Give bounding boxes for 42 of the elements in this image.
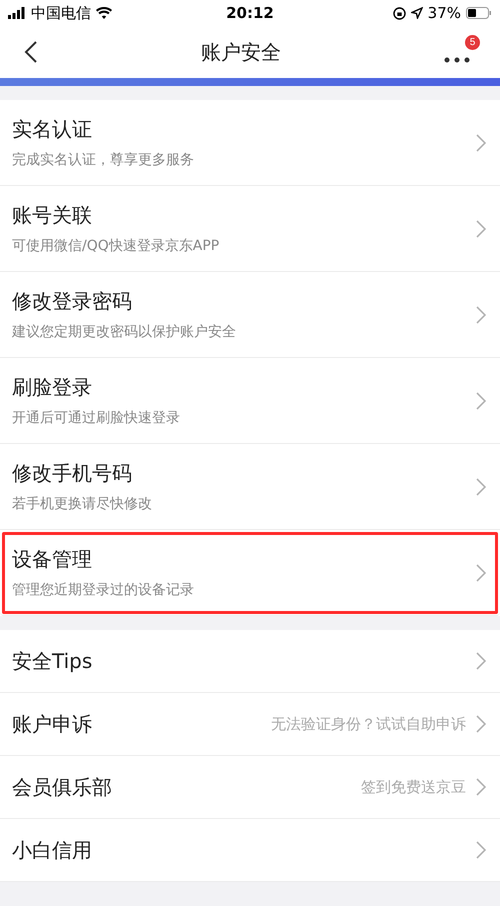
chevron-icon bbox=[476, 478, 486, 496]
notification-badge: 5 bbox=[465, 35, 480, 50]
page-title: 账户安全 bbox=[201, 38, 281, 66]
item-subtitle: 完成实名认证，尊享更多服务 bbox=[12, 151, 194, 169]
item-title: 小白信用 bbox=[12, 836, 92, 864]
chevron-icon bbox=[476, 778, 486, 796]
rotation-lock-icon bbox=[392, 6, 406, 20]
item-title: 账号关联 bbox=[12, 202, 93, 229]
menu-item[interactable]: 设备管理 管理您近期登录过的设备记录 bbox=[0, 530, 500, 616]
chevron-icon bbox=[476, 652, 486, 670]
chevron-icon bbox=[476, 715, 486, 733]
item-title: 修改手机号码 bbox=[12, 460, 133, 487]
chevron-icon bbox=[476, 841, 486, 859]
location-arrow-icon bbox=[410, 7, 423, 19]
chevron-icon bbox=[476, 134, 486, 152]
battery-icon bbox=[466, 7, 492, 19]
item-title: 修改登录密码 bbox=[12, 288, 133, 315]
item-title: 账户申诉 bbox=[12, 710, 92, 738]
item-hint: 无法验证身份？试试自助申诉 bbox=[271, 714, 466, 734]
back-icon bbox=[24, 40, 38, 64]
item-subtitle: 建议您定期更改密码以保护账户安全 bbox=[12, 323, 236, 341]
signal-icon bbox=[8, 7, 26, 19]
chevron-icon bbox=[476, 306, 486, 324]
more-button[interactable]: 5 bbox=[444, 35, 480, 69]
item-title: 设备管理 bbox=[12, 546, 93, 573]
chevron-icon bbox=[476, 392, 486, 410]
item-title: 会员俱乐部 bbox=[12, 774, 112, 800]
chevron-icon bbox=[476, 220, 486, 238]
clock-time: 20:12 bbox=[226, 4, 274, 22]
more-icon bbox=[444, 57, 470, 63]
item-subtitle: 可使用微信/QQ快速登录京东APP bbox=[12, 237, 220, 255]
carrier-name: 中国电信 bbox=[31, 4, 91, 22]
item-subtitle: 管理您近期登录过的设备记录 bbox=[12, 581, 194, 599]
battery-percent: 37% bbox=[428, 4, 461, 22]
item-subtitle: 开通后可通过刷脸快速登录 bbox=[12, 409, 180, 427]
chevron-icon bbox=[476, 564, 486, 582]
item-title: 安全Tips bbox=[12, 648, 92, 674]
wifi-icon bbox=[96, 7, 112, 19]
item-title: 实名认证 bbox=[12, 116, 93, 143]
item-title: 刷脸登录 bbox=[12, 374, 93, 401]
item-subtitle: 若手机更换请尽快修改 bbox=[12, 495, 152, 513]
item-hint: 签到免费送京豆 bbox=[361, 778, 466, 796]
